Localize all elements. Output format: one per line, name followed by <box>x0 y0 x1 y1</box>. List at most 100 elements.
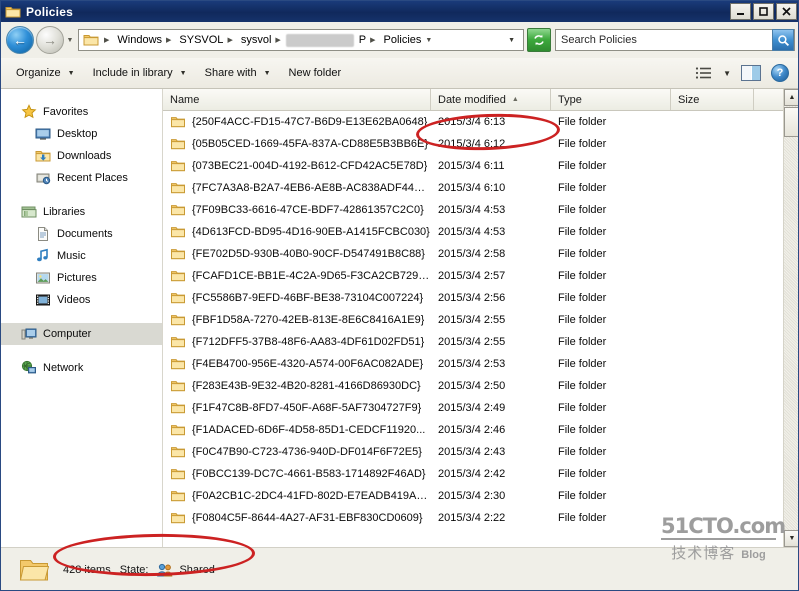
refresh-icon[interactable] <box>527 28 551 52</box>
table-row[interactable]: {F283E43B-9E32-4B20-8281-4166D86930DC} 20… <box>163 375 783 397</box>
table-row[interactable]: {073BEC21-004D-4192-B612-CFD42AC5E78D} 20… <box>163 155 783 177</box>
sidebar-item-recent-places[interactable]: Recent Places <box>1 167 162 189</box>
help-icon[interactable]: ? <box>766 62 794 85</box>
chevron-down-icon: ▼ <box>425 36 433 44</box>
column-header-type[interactable]: Type <box>551 89 671 110</box>
folder-icon <box>170 180 186 196</box>
breadcrumb-item-policies[interactable]: Policies ▼ <box>380 30 437 50</box>
cell-name[interactable]: {7F09BC33-6616-47CE-BDF7-42861357C2C0} <box>163 202 431 218</box>
sort-ascending-icon: ▲ <box>511 96 519 103</box>
table-row[interactable]: {F4EB4700-956E-4320-A574-00F6AC082ADE} 20… <box>163 353 783 375</box>
table-row[interactable]: {F0BCC139-DC7C-4661-B583-1714892F46AD} 20… <box>163 463 783 485</box>
chevron-down-icon[interactable]: ▼ <box>64 27 76 53</box>
breadcrumb-sep-0[interactable]: ▶ <box>102 30 113 50</box>
table-row[interactable]: {7FC7A3A8-B2A7-4EB6-AE8B-AC838ADF444B} 20… <box>163 177 783 199</box>
table-row[interactable]: {FE702D5D-930B-40B0-90CF-D547491B8C88} 20… <box>163 243 783 265</box>
cell-name[interactable]: {05B05CED-1669-45FA-837A-CD88E5B3BB6E} <box>163 136 431 152</box>
table-row[interactable]: {F1ADACED-6D6F-4D58-85D1-CEDCF11920... 20… <box>163 419 783 441</box>
table-row[interactable]: {05B05CED-1669-45FA-837A-CD88E5B3BB6E} 20… <box>163 133 783 155</box>
cell-name[interactable]: {F1F47C8B-8FD7-450F-A68F-5AF7304727F9} <box>163 400 431 416</box>
new-folder-button[interactable]: New folder <box>280 62 351 85</box>
breadcrumb-item-p[interactable]: P ▶ <box>355 30 380 50</box>
table-row[interactable]: {FCAFD1CE-BB1E-4C2A-9D65-F3CA2CB72976} 20… <box>163 265 783 287</box>
scrollbar-thumb[interactable] <box>784 107 798 137</box>
folder-icon <box>170 246 186 262</box>
cell-name[interactable]: {250F4ACC-FD15-47C7-B6D9-E13E62BA0648} <box>163 114 431 130</box>
table-row[interactable]: {F1F47C8B-8FD7-450F-A68F-5AF7304727F9} 20… <box>163 397 783 419</box>
cell-name[interactable]: {F0C47B90-C723-4736-940D-DF014F6F72E5} <box>163 444 431 460</box>
column-header-name[interactable]: Name <box>163 89 431 110</box>
share-with-button[interactable]: Share with ▼ <box>196 62 280 85</box>
organize-button[interactable]: Organize ▼ <box>7 62 84 85</box>
sidebar-item-network[interactable]: Network <box>1 357 162 379</box>
sidebar-item-music[interactable]: Music <box>1 245 162 267</box>
include-in-library-button[interactable]: Include in library ▼ <box>84 62 196 85</box>
table-row[interactable]: {250F4ACC-FD15-47C7-B6D9-E13E62BA0648} 20… <box>163 111 783 133</box>
column-header-size[interactable]: Size <box>671 89 754 110</box>
list-view-icon[interactable] <box>690 62 718 85</box>
search-icon[interactable] <box>772 29 794 51</box>
cell-name[interactable]: {F0BCC139-DC7C-4661-B583-1714892F46AD} <box>163 466 431 482</box>
sidebar-item-videos[interactable]: Videos <box>1 289 162 311</box>
cell-name[interactable]: {F0804C5F-8644-4A27-AF31-EBF830CD0609} <box>163 510 431 526</box>
breadcrumb-label: P <box>358 34 367 46</box>
cell-date-modified: 2015/3/4 2:55 <box>438 336 506 348</box>
cell-name[interactable]: {FCAFD1CE-BB1E-4C2A-9D65-F3CA2CB72976} <box>163 268 431 284</box>
breadcrumb-item-sysvol-upper[interactable]: SYSVOL ▶ <box>175 30 236 50</box>
table-row[interactable]: {F0804C5F-8644-4A27-AF31-EBF830CD0609} 20… <box>163 507 783 529</box>
sidebar-group-libraries[interactable]: Libraries <box>1 201 162 223</box>
cell-name[interactable]: {7FC7A3A8-B2A7-4EB6-AE8B-AC838ADF444B} <box>163 180 431 196</box>
table-row[interactable]: {F712DFF5-37B8-48F6-AA83-4DF61D02FD51} 20… <box>163 331 783 353</box>
search-input[interactable]: Search Policies <box>555 29 795 51</box>
cell-name[interactable]: {FC5586B7-9EFD-46BF-BE38-73104C007224} <box>163 290 431 306</box>
cell-name[interactable]: {F283E43B-9E32-4B20-8281-4166D86930DC} <box>163 378 431 394</box>
table-row[interactable]: {7F09BC33-6616-47CE-BDF7-42861357C2C0} 20… <box>163 199 783 221</box>
folder-icon <box>170 334 186 350</box>
cell-name[interactable]: {4D613FCD-BD95-4D16-90EB-A1415FCBC030} <box>163 224 431 240</box>
sidebar-group-label: Libraries <box>43 206 86 218</box>
view-chevron-down-icon[interactable]: ▼ <box>718 62 736 85</box>
file-list-rows[interactable]: {250F4ACC-FD15-47C7-B6D9-E13E62BA0648} 20… <box>163 111 783 547</box>
folder-icon <box>170 268 186 284</box>
cell-name[interactable]: {F712DFF5-37B8-48F6-AA83-4DF61D02FD51} <box>163 334 431 350</box>
breadcrumb-history-chevron-down-icon[interactable]: ▼ <box>505 37 521 44</box>
cell-date-modified: 2015/3/4 2:58 <box>438 248 506 260</box>
vertical-scrollbar[interactable]: ▲ ▼ <box>783 89 798 547</box>
breadcrumb-item-sysvol[interactable]: sysvol ▶ <box>237 30 285 50</box>
sidebar-item-computer[interactable]: Computer <box>1 323 162 345</box>
table-row[interactable]: {F0C47B90-C723-4736-940D-DF014F6F72E5} 20… <box>163 441 783 463</box>
scroll-down-arrow-icon[interactable]: ▼ <box>784 530 798 547</box>
cell-name[interactable]: {FBF1D58A-7270-42EB-813E-8E6C8416A1E9} <box>163 312 431 328</box>
sidebar-item-desktop[interactable]: Desktop <box>1 123 162 145</box>
cell-name[interactable]: {F1ADACED-6D6F-4D58-85D1-CEDCF11920... <box>163 422 431 438</box>
table-row[interactable]: {FBF1D58A-7270-42EB-813E-8E6C8416A1E9} 20… <box>163 309 783 331</box>
pictures-icon <box>35 270 51 286</box>
navigation-pane[interactable]: Favorites Desktop Downloads Recent Place… <box>1 89 163 547</box>
forward-arrow-icon[interactable]: → <box>36 26 64 54</box>
sidebar-group-favorites[interactable]: Favorites <box>1 101 162 123</box>
cell-type: File folder <box>558 138 607 150</box>
scroll-up-arrow-icon[interactable]: ▲ <box>784 89 798 106</box>
preview-pane-icon[interactable] <box>736 62 766 85</box>
sidebar-item-documents[interactable]: Documents <box>1 223 162 245</box>
breadcrumb-item-windows[interactable]: Windows ▶ <box>113 30 175 50</box>
breadcrumb[interactable]: ▶ Windows ▶ SYSVOL ▶ sysvol ▶ P ▶ Polici… <box>78 29 524 51</box>
table-row[interactable]: {F0A2CB1C-2DC4-41FD-802D-E7EADB419A09} 20… <box>163 485 783 507</box>
close-button[interactable] <box>776 3 797 20</box>
sidebar-item-pictures[interactable]: Pictures <box>1 267 162 289</box>
file-name-label: {F0BCC139-DC7C-4661-B583-1714892F46AD} <box>192 468 426 480</box>
back-arrow-icon[interactable]: ← <box>6 26 34 54</box>
cell-name[interactable]: {073BEC21-004D-4192-B612-CFD42AC5E78D} <box>163 158 431 174</box>
breadcrumb-item-redacted-domain[interactable] <box>285 30 355 50</box>
cell-name[interactable]: {F0A2CB1C-2DC4-41FD-802D-E7EADB419A09} <box>163 488 431 504</box>
cell-name[interactable]: {F4EB4700-956E-4320-A574-00F6AC082ADE} <box>163 356 431 372</box>
cell-name[interactable]: {FE702D5D-930B-40B0-90CF-D547491B8C88} <box>163 246 431 262</box>
command-bar: Organize ▼ Include in library ▼ Share wi… <box>1 58 798 89</box>
table-row[interactable]: {FC5586B7-9EFD-46BF-BE38-73104C007224} 20… <box>163 287 783 309</box>
cell-type: File folder <box>558 358 607 370</box>
maximize-button[interactable] <box>753 3 774 20</box>
table-row[interactable]: {4D613FCD-BD95-4D16-90EB-A1415FCBC030} 20… <box>163 221 783 243</box>
sidebar-item-downloads[interactable]: Downloads <box>1 145 162 167</box>
column-header-date-modified[interactable]: Date modified ▲ <box>431 89 551 110</box>
minimize-button[interactable] <box>730 3 751 20</box>
